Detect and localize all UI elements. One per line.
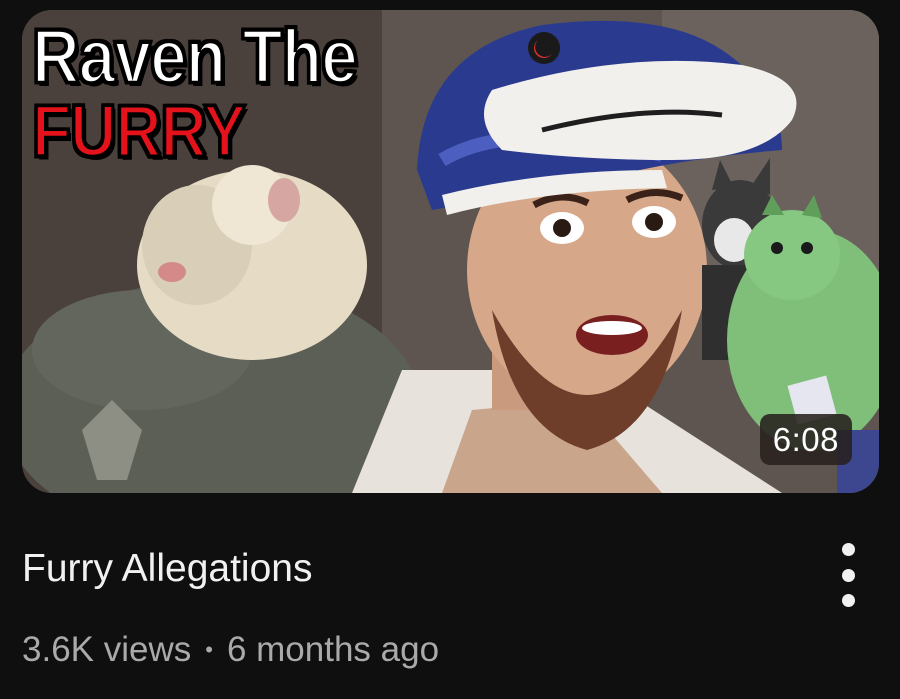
video-title[interactable]: Furry Allegations	[22, 547, 312, 591]
more-vertical-icon[interactable]	[826, 543, 870, 607]
video-metadata: 3.6K views • 6 months ago	[22, 630, 439, 670]
video-card: Raven The FURRY 6:08 Furry Allegations 3…	[0, 0, 900, 699]
more-dot	[841, 543, 855, 556]
duration-badge: 6:08	[759, 414, 852, 465]
meta-separator: •	[205, 637, 213, 662]
thumbnail-caption-line2: FURRY	[31, 89, 248, 173]
video-thumbnail[interactable]: Raven The FURRY 6:08	[22, 10, 879, 493]
more-dot	[841, 594, 855, 607]
more-dot	[841, 568, 855, 582]
thumbnail-caption: Raven The FURRY	[31, 13, 360, 169]
upload-age: 6 months ago	[226, 630, 440, 669]
view-count: 3.6K views	[22, 630, 192, 669]
thumbnail-caption-line1: Raven The	[31, 13, 360, 99]
